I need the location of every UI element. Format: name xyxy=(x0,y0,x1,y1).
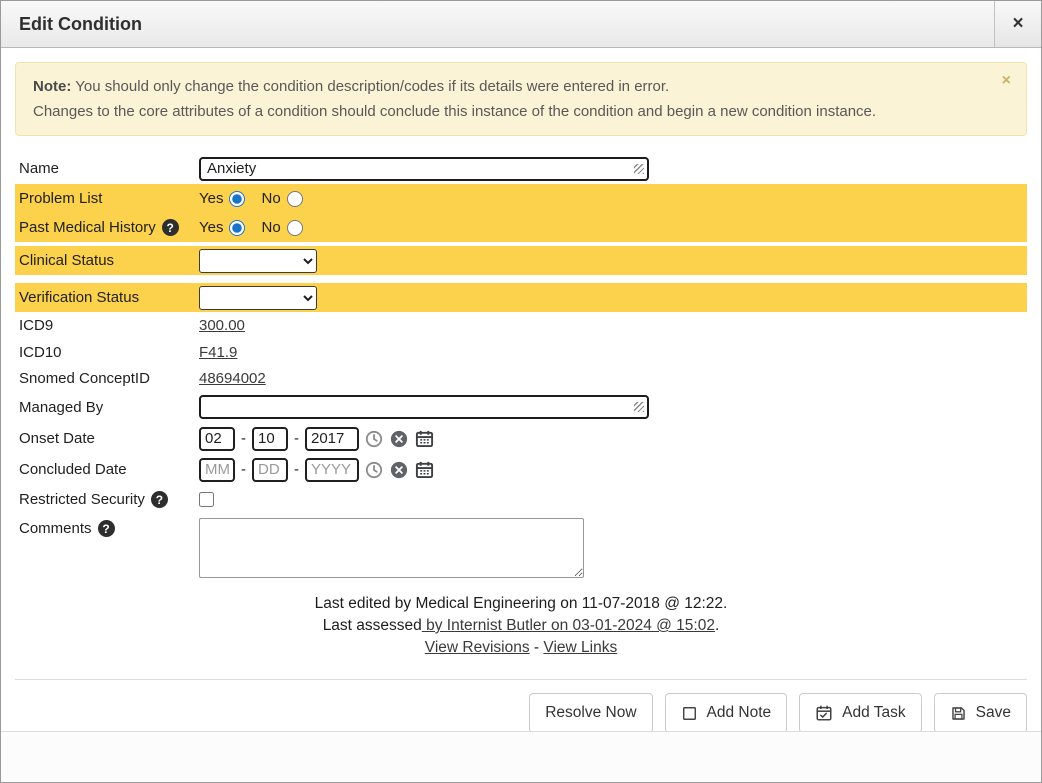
condition-form: Name Problem List Yes No xyxy=(15,153,1027,578)
links-separator: - xyxy=(530,639,544,656)
pmh-radio-group: Yes No xyxy=(199,219,303,236)
past-medical-history-label: Past Medical History xyxy=(19,219,156,236)
view-links-line: View Revisions - View Links xyxy=(15,637,1027,659)
icd9-label: ICD9 xyxy=(15,317,199,334)
icd10-label: ICD10 xyxy=(15,344,199,361)
comments-row: Comments ? xyxy=(15,518,1027,578)
clock-icon[interactable] xyxy=(364,430,384,448)
help-icon[interactable]: ? xyxy=(162,219,179,236)
problem-list-yes-label: Yes xyxy=(199,190,223,207)
snomed-row: Snomed ConceptID 48694002 xyxy=(15,365,1027,391)
clock-icon[interactable] xyxy=(364,461,384,479)
problem-list-no-radio[interactable] xyxy=(287,191,303,207)
problem-list-label: Problem List xyxy=(15,190,199,207)
banner-dismiss-icon[interactable]: × xyxy=(1002,73,1011,89)
name-input[interactable] xyxy=(199,157,649,181)
verification-status-label: Verification Status xyxy=(15,289,199,306)
concluded-day-input[interactable] xyxy=(252,458,288,482)
audit-info: Last edited by Medical Engineering on 11… xyxy=(15,593,1027,659)
view-links-link[interactable]: View Links xyxy=(543,639,617,656)
name-row: Name xyxy=(15,153,1027,184)
managed-by-row: Managed By xyxy=(15,391,1027,423)
close-icon[interactable]: × xyxy=(994,1,1041,47)
restricted-security-row: Restricted Security ? xyxy=(15,485,1027,514)
help-icon[interactable]: ? xyxy=(98,520,115,537)
clinical-status-row: Clinical Status xyxy=(15,246,1027,275)
pmh-yes-label: Yes xyxy=(199,219,223,236)
dialog-footer-strip xyxy=(1,731,1041,782)
problem-list-row: Problem List Yes No xyxy=(15,184,1027,213)
clinical-status-label: Clinical Status xyxy=(15,252,199,269)
edit-condition-dialog: Edit Condition × Note: You should only c… xyxy=(0,0,1042,783)
verification-status-select[interactable] xyxy=(199,286,317,310)
restricted-security-checkbox[interactable] xyxy=(199,492,214,507)
pmh-no-radio[interactable] xyxy=(287,220,303,236)
date-separator: - xyxy=(294,430,299,447)
date-separator: - xyxy=(241,430,246,447)
date-separator: - xyxy=(241,461,246,478)
icd9-code-link[interactable]: 300.00 xyxy=(199,317,245,334)
last-assessed-link[interactable]: by Internist Butler on 03-01-2024 @ 15:0… xyxy=(422,617,715,634)
icd10-code-link[interactable]: F41.9 xyxy=(199,344,237,361)
managed-by-input[interactable] xyxy=(199,395,649,419)
problem-list-no-label: No xyxy=(261,190,280,207)
add-task-button[interactable]: Add Task xyxy=(799,693,921,733)
date-separator: - xyxy=(294,461,299,478)
save-icon xyxy=(950,705,967,722)
name-label: Name xyxy=(15,160,199,177)
pmh-yes-radio[interactable] xyxy=(229,220,245,236)
calendar-icon[interactable] xyxy=(414,460,435,479)
icd9-row: ICD9 300.00 xyxy=(15,312,1027,339)
snomed-code-link[interactable]: 48694002 xyxy=(199,370,266,387)
clear-date-icon[interactable] xyxy=(389,461,409,479)
add-note-button[interactable]: Add Note xyxy=(665,693,788,733)
warning-text-1: You should only change the condition des… xyxy=(71,78,669,95)
verification-status-row: Verification Status xyxy=(15,283,1027,312)
comments-textarea[interactable] xyxy=(199,518,584,578)
note-icon xyxy=(681,705,698,722)
comments-label: Comments xyxy=(19,520,92,537)
last-assessed-prefix: Last assessed xyxy=(323,617,422,634)
onset-year-input[interactable] xyxy=(305,427,359,451)
add-task-label: Add Task xyxy=(842,704,905,722)
warning-banner: Note: You should only change the conditi… xyxy=(15,62,1027,136)
calendar-icon[interactable] xyxy=(414,429,435,448)
problem-list-yes-radio[interactable] xyxy=(229,191,245,207)
icd10-row: ICD10 F41.9 xyxy=(15,339,1027,365)
onset-date-row: Onset Date - - xyxy=(15,423,1027,454)
help-icon[interactable]: ? xyxy=(151,491,168,508)
pmh-no-label: No xyxy=(261,219,280,236)
resolve-now-label: Resolve Now xyxy=(545,704,636,722)
last-assessed-suffix: . xyxy=(715,617,719,634)
resolve-now-button[interactable]: Resolve Now xyxy=(529,693,652,733)
concluded-month-input[interactable] xyxy=(199,458,235,482)
action-button-bar: Resolve Now Add Note Add Task Save xyxy=(15,680,1027,733)
save-label: Save xyxy=(976,704,1011,722)
dialog-body: Note: You should only change the conditi… xyxy=(1,48,1041,733)
add-note-label: Add Note xyxy=(707,704,772,722)
save-button[interactable]: Save xyxy=(934,693,1027,733)
warning-line-2: Changes to the core attributes of a cond… xyxy=(33,99,982,124)
concluded-date-label: Concluded Date xyxy=(15,461,199,478)
managed-by-label: Managed By xyxy=(15,399,199,416)
concluded-year-input[interactable] xyxy=(305,458,359,482)
warning-line-1: Note: You should only change the conditi… xyxy=(33,74,982,99)
clear-date-icon[interactable] xyxy=(389,430,409,448)
view-revisions-link[interactable]: View Revisions xyxy=(425,639,530,656)
last-edited-text: Last edited by Medical Engineering on 11… xyxy=(15,593,1027,615)
concluded-date-row: Concluded Date - - xyxy=(15,454,1027,485)
restricted-security-label: Restricted Security xyxy=(19,491,145,508)
onset-day-input[interactable] xyxy=(252,427,288,451)
calendar-check-icon xyxy=(815,704,833,722)
dialog-header: Edit Condition × xyxy=(1,1,1041,48)
last-assessed-text: Last assessed by Internist Butler on 03-… xyxy=(15,615,1027,637)
problem-list-radio-group: Yes No xyxy=(199,190,303,207)
clinical-status-select[interactable] xyxy=(199,249,317,273)
onset-month-input[interactable] xyxy=(199,427,235,451)
warning-bold: Note: xyxy=(33,78,71,95)
past-medical-history-row: Past Medical History ? Yes No xyxy=(15,213,1027,242)
onset-date-label: Onset Date xyxy=(15,430,199,447)
snomed-label: Snomed ConceptID xyxy=(15,370,199,387)
dialog-title: Edit Condition xyxy=(1,1,994,47)
